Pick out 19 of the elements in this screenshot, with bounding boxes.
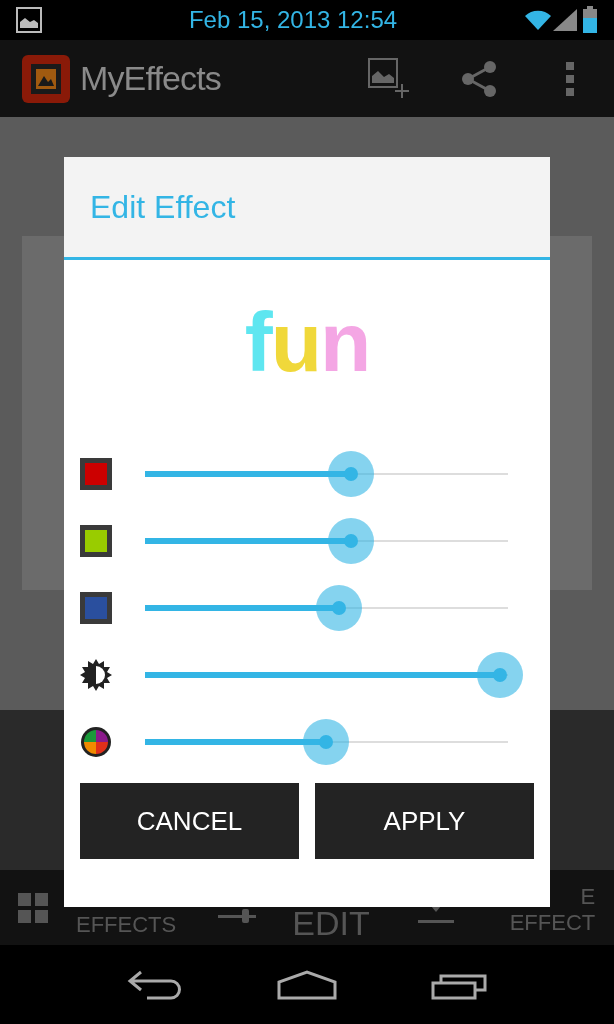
signal-icon <box>552 8 578 32</box>
clock-time: Feb 15, 2013 12:54 <box>188 5 398 35</box>
wifi-icon <box>524 8 552 32</box>
app-logo-icon <box>22 54 70 103</box>
back-icon[interactable] <box>127 969 183 1000</box>
battery-icon <box>582 6 598 34</box>
overflow-menu-icon[interactable] <box>566 61 574 96</box>
picture-icon <box>16 7 42 33</box>
app-title: MyEffects <box>80 58 221 99</box>
dialog-title: Edit Effect <box>90 188 236 227</box>
color-wheel-icon <box>80 725 112 758</box>
dialog-button[interactable]: APPLY <box>315 783 534 859</box>
brightness-icon <box>80 658 112 691</box>
dialog-button[interactable]: CANCEL <box>80 783 299 859</box>
home-icon[interactable] <box>277 969 337 1000</box>
preview-text: fun <box>244 294 370 391</box>
add-picture-icon[interactable] <box>368 57 412 100</box>
grid-icon <box>18 892 48 923</box>
share-icon[interactable] <box>460 58 498 99</box>
